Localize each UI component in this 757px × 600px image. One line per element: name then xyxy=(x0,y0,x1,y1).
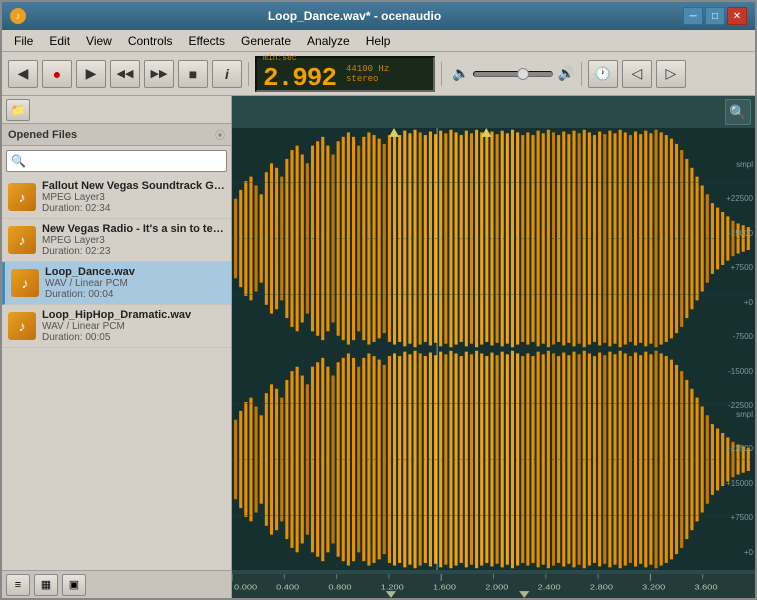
file-info-1: New Vegas Radio - It's a sin to tell ...… xyxy=(42,223,225,257)
back-button[interactable]: ◀ xyxy=(8,60,38,88)
file-icon-0: ♪ xyxy=(8,183,36,211)
menu-analyze[interactable]: Analyze xyxy=(299,32,358,50)
volume-thumb[interactable] xyxy=(517,68,529,80)
main-toolbar: ◀ ● ▶ ◀◀ ▶▶ ■ i min:sec 2.992 44100 Hz s… xyxy=(2,52,755,96)
channel-label: stereo xyxy=(346,74,389,84)
volume-high-icon: 🔊 xyxy=(557,65,574,82)
record-button[interactable]: ● xyxy=(42,60,72,88)
file-type-1: MPEG Layer3 xyxy=(42,235,225,246)
time-ruler-svg: 0.000 0.400 0.800 1.200 1.600 2.000 2.40… xyxy=(232,574,755,598)
waveform-area[interactable]: 🔍 xyxy=(232,96,755,598)
panel-bottom: ≡ ▦ ▣ xyxy=(2,570,231,598)
titlebar: ♪ Loop_Dance.wav* - ocenaudio ─ □ ✕ xyxy=(2,2,755,30)
panel-title: Opened Files xyxy=(8,129,77,141)
file-info-3: Loop_HipHop_Dramatic.wav WAV / Linear PC… xyxy=(42,309,225,343)
menubar: File Edit View Controls Effects Generate… xyxy=(2,30,755,52)
menu-view[interactable]: View xyxy=(78,32,120,50)
maximize-button[interactable]: □ xyxy=(705,7,725,25)
main-content: 📁 Opened Files ⦿ 🔍 ♪ Fallout New Vegas S… xyxy=(2,96,755,598)
waveform-topbar: 🔍 xyxy=(232,96,755,128)
svg-text:1.200: 1.200 xyxy=(381,582,404,591)
volume-slider[interactable] xyxy=(473,71,553,77)
file-duration-1: Duration: 02:23 xyxy=(42,246,225,257)
file-icon-1: ♪ xyxy=(8,226,36,254)
waveform-svg xyxy=(232,128,755,570)
file-type-3: WAV / Linear PCM xyxy=(42,321,225,332)
menu-controls[interactable]: Controls xyxy=(120,32,181,50)
toolbar-sep-2 xyxy=(441,62,442,86)
waveform-search-button[interactable]: 🔍 xyxy=(725,99,751,125)
svg-text:2.800: 2.800 xyxy=(590,582,613,591)
search-icon: 🔍 xyxy=(11,154,26,168)
file-type-0: MPEG Layer3 xyxy=(42,192,225,203)
list-view-button[interactable]: ≡ xyxy=(6,574,30,596)
grid-view-button[interactable]: ▦ xyxy=(34,574,58,596)
rewind-button[interactable]: ◀◀ xyxy=(110,60,140,88)
nav-back-button[interactable]: ◁ xyxy=(622,60,652,88)
time-display: 2.992 xyxy=(263,63,336,93)
time-mode-button[interactable]: 🕐 xyxy=(588,60,618,88)
stop-button[interactable]: ■ xyxy=(178,60,208,88)
search-box: 🔍 xyxy=(6,150,227,172)
panel-pin-icon: ⦿ xyxy=(215,127,225,142)
time-ruler: 0.000 0.400 0.800 1.200 1.600 2.000 2.40… xyxy=(232,570,755,598)
menu-generate[interactable]: Generate xyxy=(233,32,299,50)
minimize-button[interactable]: ─ xyxy=(683,7,703,25)
menu-edit[interactable]: Edit xyxy=(41,32,78,50)
menu-effects[interactable]: Effects xyxy=(181,32,233,50)
file-name-1: New Vegas Radio - It's a sin to tell ... xyxy=(42,223,225,235)
search-input[interactable] xyxy=(29,155,222,167)
main-window: ♪ Loop_Dance.wav* - ocenaudio ─ □ ✕ File… xyxy=(0,0,757,600)
file-name-3: Loop_HipHop_Dramatic.wav xyxy=(42,309,225,321)
svg-text:2.000: 2.000 xyxy=(485,582,508,591)
app-icon: ♪ xyxy=(10,8,26,24)
svg-text:0.800: 0.800 xyxy=(328,582,351,591)
time-unit-label: min:sec xyxy=(263,54,297,63)
file-name-0: Fallout New Vegas Soundtrack Gu... xyxy=(42,180,225,192)
svg-text:0.400: 0.400 xyxy=(276,582,299,591)
svg-text:2.400: 2.400 xyxy=(538,582,561,591)
file-info-2: Loop_Dance.wav WAV / Linear PCM Duration… xyxy=(45,266,225,300)
panel-toolbar: 📁 xyxy=(2,96,231,124)
volume-low-icon: 🔈 xyxy=(452,65,469,82)
svg-text:1.600: 1.600 xyxy=(433,582,456,591)
close-button[interactable]: ✕ xyxy=(727,7,747,25)
file-item-2[interactable]: ♪ Loop_Dance.wav WAV / Linear PCM Durati… xyxy=(2,262,231,305)
window-controls: ─ □ ✕ xyxy=(683,7,747,25)
file-item-1[interactable]: ♪ New Vegas Radio - It's a sin to tell .… xyxy=(2,219,231,262)
panel-header: Opened Files ⦿ xyxy=(2,124,231,146)
left-panel: 📁 Opened Files ⦿ 🔍 ♪ Fallout New Vegas S… xyxy=(2,96,232,598)
file-duration-3: Duration: 00:05 xyxy=(42,332,225,343)
transport-display: min:sec 2.992 44100 Hz stereo xyxy=(255,56,435,92)
file-icon-2: ♪ xyxy=(11,269,39,297)
file-type-2: WAV / Linear PCM xyxy=(45,278,225,289)
waveform-canvas[interactable]: smpl +22500 +15000 +7500 +0 -7500 -15000… xyxy=(232,128,755,570)
menu-help[interactable]: Help xyxy=(358,32,399,50)
file-name-2: Loop_Dance.wav xyxy=(45,266,225,278)
window-title: Loop_Dance.wav* - ocenaudio xyxy=(26,9,683,23)
file-duration-0: Duration: 02:34 xyxy=(42,203,225,214)
fast-forward-button[interactable]: ▶▶ xyxy=(144,60,174,88)
file-item-0[interactable]: ♪ Fallout New Vegas Soundtrack Gu... MPE… xyxy=(2,176,231,219)
file-item-3[interactable]: ♪ Loop_HipHop_Dramatic.wav WAV / Linear … xyxy=(2,305,231,348)
toolbar-sep-1 xyxy=(248,62,249,86)
file-duration-2: Duration: 00:04 xyxy=(45,289,225,300)
volume-control: 🔈 🔊 xyxy=(452,65,575,82)
menu-file[interactable]: File xyxy=(6,32,41,50)
toolbar-sep-3 xyxy=(581,62,582,86)
svg-text:3.600: 3.600 xyxy=(694,582,717,591)
svg-text:3.200: 3.200 xyxy=(642,582,665,591)
large-grid-button[interactable]: ▣ xyxy=(62,574,86,596)
info-button[interactable]: i xyxy=(212,60,242,88)
file-info-0: Fallout New Vegas Soundtrack Gu... MPEG … xyxy=(42,180,225,214)
file-list: ♪ Fallout New Vegas Soundtrack Gu... MPE… xyxy=(2,176,231,570)
nav-forward-button[interactable]: ▷ xyxy=(656,60,686,88)
play-button[interactable]: ▶ xyxy=(76,60,106,88)
svg-text:0.000: 0.000 xyxy=(234,582,257,591)
folder-button[interactable]: 📁 xyxy=(6,99,30,121)
sample-rate-label: 44100 Hz xyxy=(346,64,389,74)
file-icon-3: ♪ xyxy=(8,312,36,340)
